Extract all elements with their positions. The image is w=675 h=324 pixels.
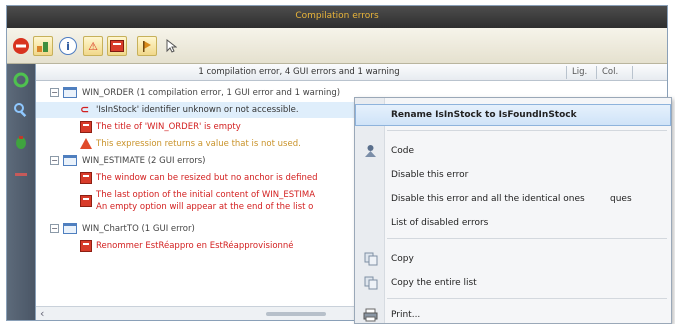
menu-item-label: Print...	[391, 310, 421, 320]
window-icon	[63, 87, 77, 98]
list-header: 1 compilation error, 4 GUI errors and 1 …	[36, 64, 667, 81]
menu-item-list-disabled[interactable]: List of disabled errors	[355, 212, 671, 234]
copy-icon	[363, 252, 378, 266]
error-message: The window can be resized but no anchor …	[96, 173, 318, 183]
build-icon[interactable]	[33, 36, 53, 56]
warning-icon	[80, 138, 92, 149]
column-header-column[interactable]: Col.	[602, 67, 618, 77]
error-message: The last option of the initial content o…	[96, 190, 316, 200]
stop-icon[interactable]	[11, 36, 31, 56]
warning-icon[interactable]: ⚠	[83, 36, 103, 56]
menu-item-overlap-text: ques	[610, 194, 632, 204]
gui-error-icon	[80, 240, 92, 252]
menu-item-disable-identical[interactable]: Disable this error and all the identical…	[355, 188, 671, 210]
error-icon[interactable]	[107, 36, 127, 56]
column-header-line[interactable]: Lig.	[572, 67, 587, 77]
warning-message: This expression returns a value that is …	[96, 139, 301, 149]
column-separator	[596, 66, 597, 79]
menu-item-code[interactable]: Code	[355, 140, 671, 162]
left-sidebar	[7, 64, 35, 320]
code-icon	[363, 144, 378, 158]
menu-separator	[387, 238, 667, 239]
menu-item-print[interactable]: Print...	[355, 304, 671, 324]
scroll-left-icon[interactable]: ‹	[40, 307, 44, 320]
menu-item-rename[interactable]: Rename IsInStock to IsFoundInStock	[355, 104, 671, 126]
group-label: WIN_ESTIMATE (2 GUI errors)	[82, 156, 206, 166]
menu-item-label: Copy the entire list	[391, 278, 477, 288]
menu-item-label: Disable this error	[391, 170, 469, 180]
window-title: Compilation errors	[295, 11, 379, 21]
menu-item-label: List of disabled errors	[391, 218, 489, 228]
menu-item-disable-error[interactable]: Disable this error	[355, 164, 671, 186]
cursor-icon[interactable]	[161, 36, 181, 56]
menu-item-label: Disable this error and all the identical…	[391, 194, 585, 204]
collapse-icon[interactable]: −	[50, 224, 59, 233]
minus-icon[interactable]	[13, 166, 29, 182]
printer-icon	[363, 308, 378, 322]
menu-item-label: Rename IsInStock to IsFoundInStock	[391, 110, 577, 120]
copy-list-icon	[363, 276, 378, 290]
group-label: WIN_ORDER (1 compilation error, 1 GUI er…	[82, 88, 341, 98]
compilation-error-icon: ⊂	[80, 103, 90, 116]
gui-error-icon	[80, 195, 92, 207]
search-icon[interactable]	[13, 102, 29, 118]
error-message: Renommer EstRéappro en EstRéapprovisionn…	[96, 241, 294, 251]
menu-separator	[387, 298, 667, 299]
window-icon	[63, 155, 77, 166]
toolbar: i ⚠	[7, 28, 667, 64]
menu-item-copy[interactable]: Copy	[355, 248, 671, 270]
menu-separator	[387, 130, 667, 131]
gui-error-icon	[80, 121, 92, 133]
collapse-icon[interactable]: −	[50, 156, 59, 165]
refresh-icon[interactable]	[13, 72, 29, 88]
menu-item-label: Code	[391, 146, 415, 156]
context-menu: Rename IsInStock to IsFoundInStock Code …	[354, 97, 672, 324]
error-message: The title of 'WIN_ORDER' is empty	[96, 122, 241, 132]
column-separator	[566, 66, 567, 79]
gui-error-icon	[80, 172, 92, 184]
column-separator	[632, 66, 633, 79]
scrollbar-thumb[interactable]	[266, 312, 326, 316]
group-label: WIN_ChartTO (1 GUI error)	[82, 224, 195, 234]
window-icon	[63, 223, 77, 234]
error-summary: 1 compilation error, 4 GUI errors and 1 …	[198, 67, 400, 77]
menu-item-label: Copy	[391, 254, 414, 264]
info-icon[interactable]: i	[59, 37, 77, 55]
bug-icon[interactable]	[13, 134, 29, 150]
title-bar: Compilation errors	[7, 6, 667, 28]
flag-icon[interactable]	[137, 36, 157, 56]
error-message-detail: An empty option will appear at the end o…	[96, 202, 314, 212]
error-message: 'IsInStock' identifier unknown or not ac…	[96, 105, 299, 115]
collapse-icon[interactable]: −	[50, 88, 59, 97]
menu-item-copy-list[interactable]: Copy the entire list	[355, 272, 671, 294]
